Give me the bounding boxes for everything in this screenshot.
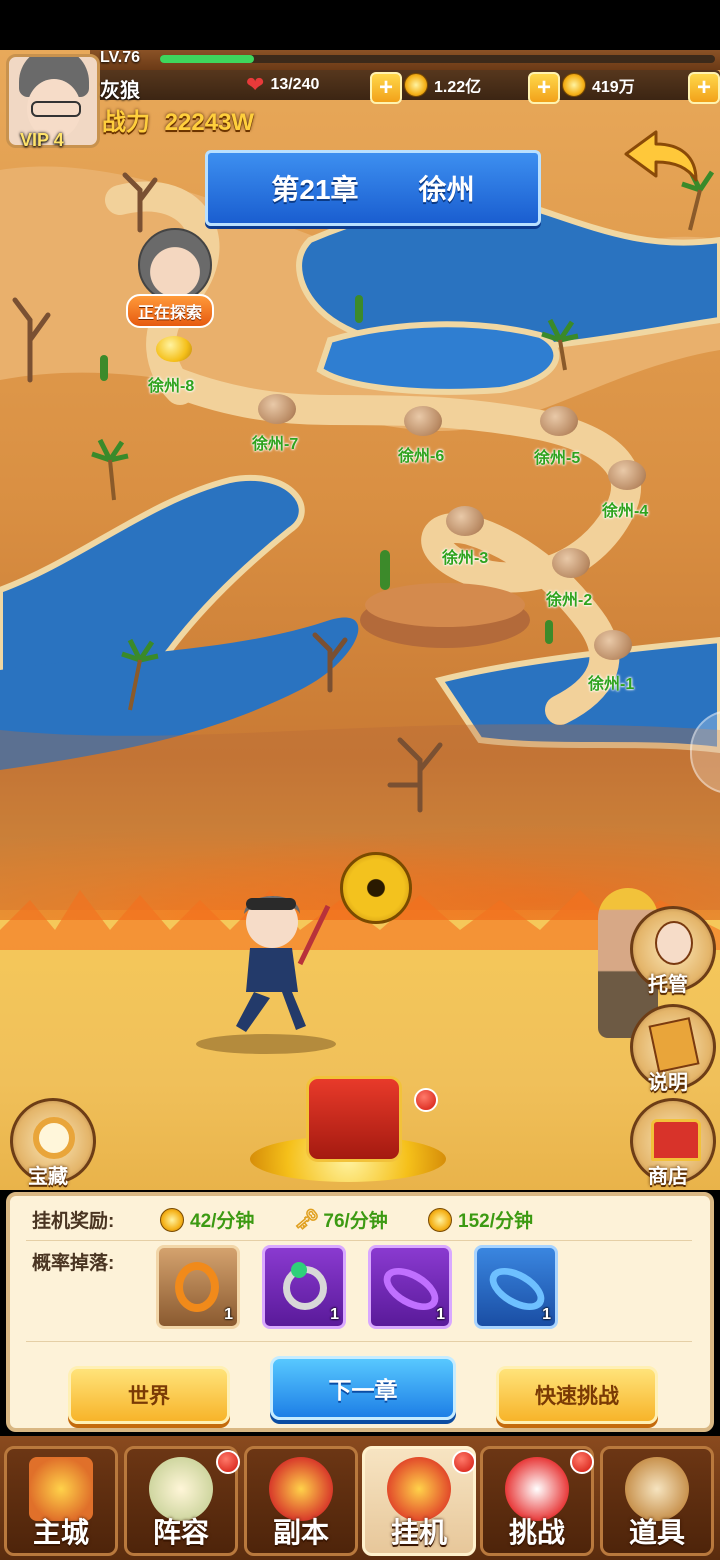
- book-icon: [648, 1017, 700, 1073]
- key-rate-value: 76/分钟: [323, 1211, 388, 1232]
- tab-label: 主城: [32, 1517, 89, 1548]
- stage-label-5[interactable]: 徐州-5: [534, 444, 580, 468]
- idle-reward-label: 挂机奖励:: [32, 1211, 115, 1232]
- help-label: 说明: [648, 1072, 688, 1094]
- exploring-avatar: [138, 228, 212, 302]
- world-button[interactable]: 世界: [68, 1366, 230, 1424]
- idle-notification-dot: [452, 1450, 476, 1474]
- coin-rate-value: 152/分钟: [458, 1211, 533, 1232]
- game-screen: 徐州-8 徐州-7 徐州-6 徐州-5 徐州-4 徐州-3 徐州-2 徐州-1 …: [0, 0, 720, 1560]
- stage-label-3[interactable]: 徐州-3: [442, 544, 488, 568]
- tab-label: 挑战: [508, 1517, 565, 1548]
- exp-coin-icon: [340, 852, 412, 924]
- status-bar: [0, 0, 720, 50]
- chapter-number: 第21章: [271, 174, 359, 205]
- drop-item-dragon-ring[interactable]: 1: [156, 1245, 240, 1329]
- stage-stone-7[interactable]: [258, 394, 296, 424]
- stage-label-4[interactable]: 徐州-4: [602, 497, 648, 521]
- current-stage-coin[interactable]: [156, 336, 192, 362]
- shop-icon: [651, 1119, 701, 1161]
- back-arrow-icon[interactable]: [622, 128, 700, 190]
- stage-label-6[interactable]: 徐州-6: [398, 442, 444, 466]
- tab-label: 副本: [272, 1517, 329, 1548]
- coin-rate: 152/分钟: [428, 1206, 533, 1233]
- chapter-title-box: 第21章 徐州: [205, 150, 541, 226]
- auto-label: 托管: [648, 974, 688, 996]
- stage-stone-6[interactable]: [404, 406, 442, 436]
- quick-challenge-button[interactable]: 快速挑战: [496, 1366, 658, 1424]
- vip-badge[interactable]: VIP 4: [20, 130, 64, 151]
- chapter-banner: 第21章 徐州: [205, 150, 541, 226]
- stage-stone-2[interactable]: [552, 548, 590, 578]
- tab-dungeon[interactable]: 副本: [244, 1446, 358, 1556]
- stage-label-1[interactable]: 徐州-1: [588, 670, 634, 694]
- player-name: 灰狼: [100, 80, 140, 102]
- magnifier-icon: [33, 1117, 75, 1159]
- stage-stone-4[interactable]: [608, 460, 646, 490]
- challenge-notification-dot: [570, 1450, 594, 1474]
- gold-rate-value: 42/分钟: [190, 1211, 255, 1232]
- xp-bar-fill: [160, 55, 255, 63]
- auto-icon: [655, 921, 693, 965]
- stamina-value: 13/240: [270, 76, 320, 93]
- coin-icon: [404, 73, 428, 97]
- hero-character: [196, 896, 336, 1054]
- gold-rate: 42/分钟: [160, 1206, 254, 1233]
- item-count: 1: [330, 1306, 339, 1323]
- add-coin-button[interactable]: +: [528, 72, 560, 104]
- combat-power: 战力 22243W: [102, 102, 254, 137]
- exploring-badge: 正在探索: [126, 294, 215, 328]
- drop-item-purple-bracelet[interactable]: 1: [368, 1245, 452, 1329]
- drop-item-blue-bracelet[interactable]: 1: [474, 1245, 558, 1329]
- tab-label: 阵容: [152, 1517, 209, 1548]
- tab-label: 道具: [628, 1517, 685, 1548]
- item-count: 1: [224, 1306, 233, 1323]
- player-level: LV.76: [100, 49, 141, 66]
- add-gold-button[interactable]: +: [688, 72, 720, 104]
- power-label: 战力: [102, 109, 150, 136]
- coin-value: 1.22亿: [434, 79, 482, 96]
- stage-stone-5[interactable]: [540, 406, 578, 436]
- treasure-label: 宝藏: [28, 1166, 68, 1188]
- stage-stone-1[interactable]: [594, 630, 632, 660]
- gold-value: 419万: [592, 79, 635, 96]
- key-icon: 🗝: [294, 1209, 320, 1231]
- stage-label-8[interactable]: 徐州-8: [148, 372, 194, 396]
- tab-label: 挂机: [390, 1517, 447, 1548]
- tab-items[interactable]: 道具: [600, 1446, 714, 1556]
- stamina-display: ❤ 13/240: [246, 72, 319, 98]
- power-value: 22243W: [164, 109, 255, 136]
- stage-label-2[interactable]: 徐州-2: [546, 586, 592, 610]
- stage-stone-3[interactable]: [446, 506, 484, 536]
- gold-display: 419万: [562, 72, 635, 98]
- xp-bar: [160, 55, 715, 63]
- shop-label: 商店: [648, 1166, 688, 1188]
- drop-label: 概率掉落:: [32, 1253, 115, 1274]
- chapter-name: 徐州: [418, 174, 475, 205]
- lineup-notification-dot: [216, 1450, 240, 1474]
- item-count: 1: [436, 1306, 445, 1323]
- treasure-notification-dot: [414, 1088, 438, 1112]
- reward-inner: [26, 1240, 692, 1342]
- dragon-ring-icon: [175, 1262, 219, 1312]
- gold-rate-icon: [160, 1207, 184, 1232]
- coin-display: 1.22亿: [404, 72, 481, 98]
- key-rate: 🗝 76/分钟: [294, 1206, 388, 1233]
- stage-label-7[interactable]: 徐州-7: [252, 430, 298, 454]
- gold-icon: [562, 73, 586, 97]
- drop-item-emerald-ring[interactable]: 1: [262, 1245, 346, 1329]
- heart-icon: ❤: [246, 72, 265, 97]
- coin-rate-icon: [428, 1207, 452, 1232]
- add-stamina-button[interactable]: +: [370, 72, 402, 104]
- item-count: 1: [542, 1306, 551, 1323]
- tab-main-city[interactable]: 主城: [4, 1446, 118, 1556]
- next-chapter-button[interactable]: 下一章: [270, 1356, 456, 1420]
